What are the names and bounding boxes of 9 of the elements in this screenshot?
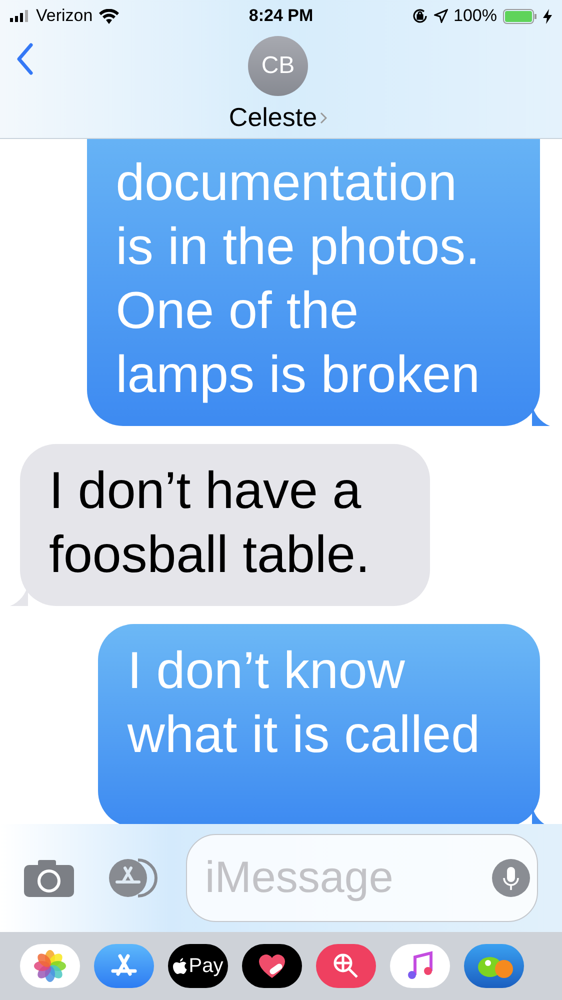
carrier-name: Verizon: [36, 6, 93, 26]
contact-name[interactable]: Celeste: [228, 102, 318, 133]
pay-app-button[interactable]: Pay: [168, 944, 228, 988]
message-input[interactable]: iMessage: [186, 834, 538, 922]
clock-time: 8:24 PM: [248, 6, 314, 26]
received-message-bubble: I don’t have a foosball table.: [20, 444, 430, 606]
battery-percentage: 100%: [454, 6, 497, 26]
sent-message-bubble: documentation is in the photos. One of the lamps is broken: [86, 139, 540, 426]
sent-message-bubble: I don’t know what it is called: [98, 624, 540, 824]
